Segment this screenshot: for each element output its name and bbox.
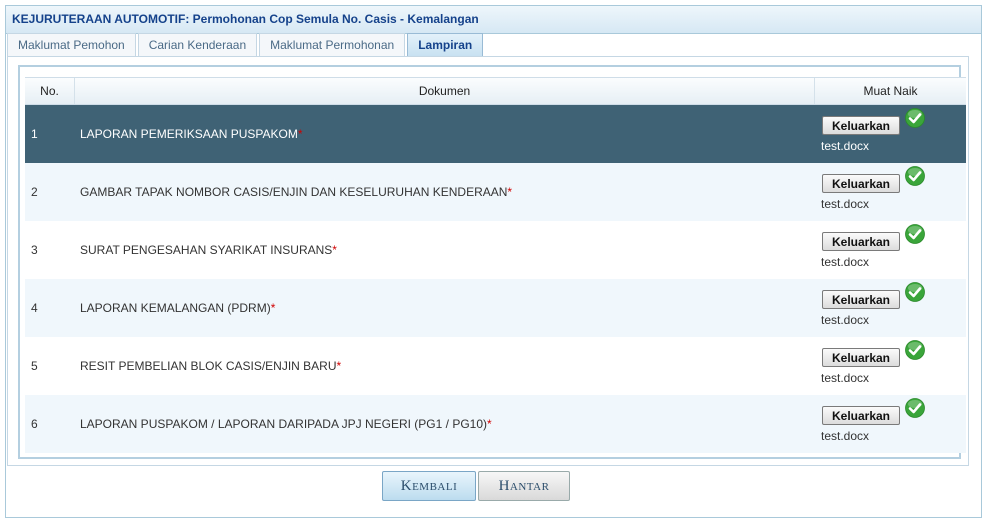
document-cell: LAPORAN PEMERIKSAAN PUSPAKOM * (74, 105, 814, 163)
upload-control: Keluarkan test.docx (821, 224, 951, 271)
uploaded-file-name[interactable]: test.docx (821, 197, 869, 211)
uploaded-file-name[interactable]: test.docx (821, 255, 869, 269)
table-row[interactable]: 1 LAPORAN PEMERIKSAAN PUSPAKOM * Keluarkan t… (25, 105, 966, 163)
footer-actions: Kembali Hantar (382, 471, 570, 501)
attachments-grid: No. Dokumen Muat Naik 1 LAPORAN PEMERIKSA… (18, 65, 966, 459)
back-button[interactable]: Kembali (382, 471, 476, 501)
document-name: SURAT PENGESAHAN SYARIKAT INSURANS (80, 243, 333, 257)
remove-file-button[interactable]: Keluarkan (822, 174, 900, 193)
required-mark: * (297, 127, 303, 141)
row-number: 4 (31, 301, 38, 315)
tab-content: No. Dokumen Muat Naik 1 LAPORAN PEMERIKSA… (7, 56, 969, 466)
upload-control: Keluarkan test.docx (821, 108, 951, 155)
document-cell: RESIT PEMBELIAN BLOK CASIS/ENJIN BARU * (74, 337, 814, 395)
uploaded-file-name[interactable]: test.docx (821, 313, 869, 327)
table-header: No. Dokumen Muat Naik (25, 77, 966, 105)
page-title: KEJURUTERAAN AUTOMOTIF: Permohonan Cop S… (6, 6, 981, 34)
upload-cell: Keluarkan test.docx (814, 163, 966, 221)
remove-file-button[interactable]: Keluarkan (822, 232, 900, 251)
check-circle-icon (905, 282, 925, 302)
remove-file-button[interactable]: Keluarkan (822, 406, 900, 425)
document-name: LAPORAN PUSPAKOM / LAPORAN DARIPADA JPJ … (80, 417, 487, 431)
upload-cell: Keluarkan test.docx (814, 395, 966, 453)
document-name: LAPORAN KEMALANGAN (PDRM) (80, 301, 271, 315)
document-cell: LAPORAN KEMALANGAN (PDRM) * (74, 279, 814, 337)
required-mark: * (332, 243, 337, 257)
upload-control: Keluarkan test.docx (821, 166, 951, 213)
column-header-no: No. (40, 84, 59, 98)
row-number: 5 (31, 359, 38, 373)
row-number: 3 (31, 243, 38, 257)
tab-maklumat-permohonan[interactable]: Maklumat Permohonan (259, 33, 406, 56)
table-row[interactable]: 5 RESIT PEMBELIAN BLOK CASIS/ENJIN BARU * K… (25, 337, 966, 395)
column-header-upload: Muat Naik (814, 78, 966, 104)
upload-cell: Keluarkan test.docx (814, 105, 966, 163)
submit-button[interactable]: Hantar (478, 471, 570, 501)
row-number: 6 (31, 417, 38, 431)
upload-control: Keluarkan test.docx (821, 398, 951, 445)
uploaded-file-name[interactable]: test.docx (821, 429, 869, 443)
document-cell: SURAT PENGESAHAN SYARIKAT INSURANS * (74, 221, 814, 279)
document-name: RESIT PEMBELIAN BLOK CASIS/ENJIN BARU (80, 359, 337, 373)
required-mark: * (336, 359, 342, 373)
table-row[interactable]: 4 LAPORAN KEMALANGAN (PDRM) * Keluarkan test… (25, 279, 966, 337)
check-circle-icon (905, 224, 925, 244)
check-circle-icon (905, 398, 925, 418)
tab-bar: Maklumat Pemohon Carian Kenderaan Maklum… (7, 33, 485, 56)
remove-file-button[interactable]: Keluarkan (822, 116, 900, 135)
required-mark: * (270, 301, 276, 315)
document-name: LAPORAN PEMERIKSAAN PUSPAKOM (80, 127, 298, 141)
remove-file-button[interactable]: Keluarkan (822, 290, 900, 309)
table-row[interactable]: 2 GAMBAR TAPAK NOMBOR CASIS/ENJIN DAN KES… (25, 163, 966, 221)
table-row[interactable]: 3 SURAT PENGESAHAN SYARIKAT INSURANS * Kelu… (25, 221, 966, 279)
required-mark: * (487, 417, 492, 431)
upload-control: Keluarkan test.docx (821, 340, 951, 387)
uploaded-file-name[interactable]: test.docx (821, 371, 869, 385)
column-header-document: Dokumen (74, 78, 814, 104)
check-circle-icon (905, 108, 925, 128)
check-circle-icon (905, 166, 925, 186)
row-number: 2 (31, 185, 38, 199)
required-mark: * (507, 185, 513, 199)
row-number: 1 (31, 127, 38, 141)
tab-maklumat-pemohon[interactable]: Maklumat Pemohon (7, 33, 136, 56)
upload-cell: Keluarkan test.docx (814, 221, 966, 279)
tab-lampiran[interactable]: Lampiran (407, 33, 484, 56)
remove-file-button[interactable]: Keluarkan (822, 348, 900, 367)
document-cell: LAPORAN PUSPAKOM / LAPORAN DARIPADA JPJ … (74, 395, 814, 453)
uploaded-file-name[interactable]: test.docx (821, 139, 869, 153)
check-circle-icon (905, 340, 925, 360)
upload-cell: Keluarkan test.docx (814, 337, 966, 395)
upload-control: Keluarkan test.docx (821, 282, 951, 329)
attachments-table: No. Dokumen Muat Naik 1 LAPORAN PEMERIKSA… (25, 77, 966, 457)
document-name: GAMBAR TAPAK NOMBOR CASIS/ENJIN DAN KESE… (80, 185, 508, 199)
tab-carian-kenderaan[interactable]: Carian Kenderaan (137, 33, 258, 56)
document-cell: GAMBAR TAPAK NOMBOR CASIS/ENJIN DAN KESE… (74, 163, 814, 221)
table-row[interactable]: 6 LAPORAN PUSPAKOM / LAPORAN DARIPADA JPJ… (25, 395, 966, 453)
upload-cell: Keluarkan test.docx (814, 279, 966, 337)
